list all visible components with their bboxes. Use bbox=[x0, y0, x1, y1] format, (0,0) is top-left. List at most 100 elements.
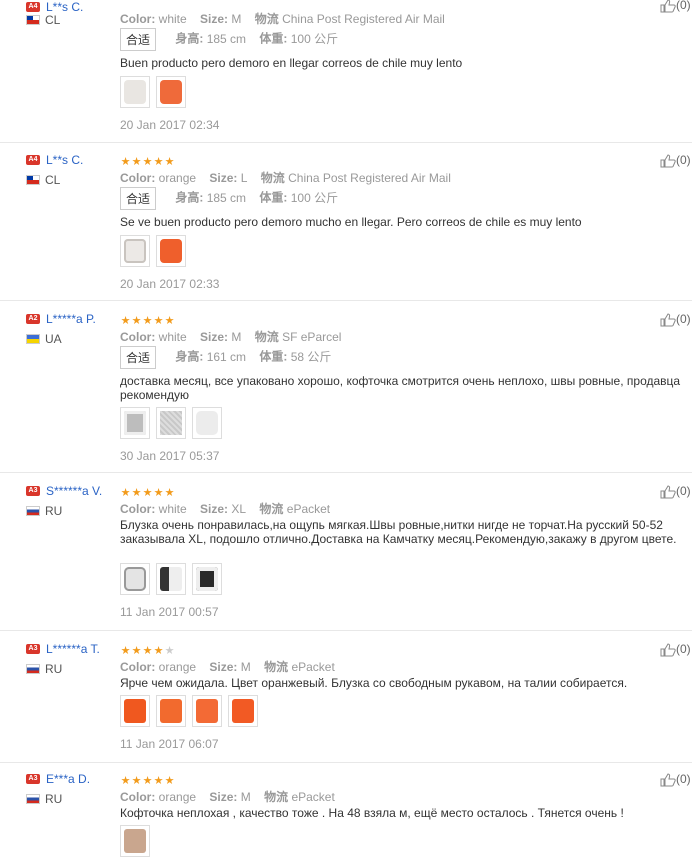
reviewer-name[interactable]: L**s C. bbox=[46, 153, 83, 167]
star-rating: ★★★★★ bbox=[120, 643, 175, 657]
reviewer-name[interactable]: L******a T. bbox=[46, 642, 100, 656]
helpful-count: (0) bbox=[676, 642, 691, 656]
size-label: Size: bbox=[200, 330, 229, 344]
thumbs-up-icon bbox=[660, 154, 676, 168]
order-info: Color: orange Size: M 物流 ePacket bbox=[120, 788, 345, 805]
level-badge: A3 bbox=[26, 486, 40, 496]
review-photos bbox=[120, 76, 186, 110]
order-info: Color: white Size: M 物流 SF eParcel bbox=[120, 328, 351, 345]
star-rating: ★★★★★ bbox=[120, 773, 175, 787]
country-code: UA bbox=[45, 332, 62, 346]
review-text: Buen producto pero demoro en llegar corr… bbox=[120, 56, 463, 70]
shipping-value: China Post Registered Air Mail bbox=[282, 12, 445, 26]
thumbs-up-icon bbox=[660, 773, 676, 787]
weight-value: 100 公斤 bbox=[290, 190, 339, 205]
photo-thumbnail[interactable] bbox=[120, 563, 150, 595]
fit-info: 合适 身高: 185 cm 体重: 100 公斤 bbox=[120, 187, 348, 210]
review-date: 20 Jan 2017 02:34 bbox=[120, 118, 220, 132]
photo-thumbnail[interactable] bbox=[120, 235, 150, 267]
fit-tag: 合适 bbox=[120, 187, 157, 210]
fit-tag: 合适 bbox=[120, 346, 157, 369]
color-label: Color: bbox=[120, 12, 156, 26]
height-value: 161 cm bbox=[206, 349, 247, 364]
helpful-button[interactable]: (0) bbox=[660, 772, 691, 787]
star-icon: ★ bbox=[120, 775, 131, 787]
order-info: Color: white Size: M 物流 China Post Regis… bbox=[120, 10, 455, 27]
photo-thumbnail[interactable] bbox=[120, 825, 150, 857]
russia-flag-icon bbox=[26, 794, 40, 804]
helpful-button[interactable]: (0) bbox=[660, 484, 691, 499]
review-photos bbox=[120, 563, 222, 597]
review-text: Ярче чем ожидала. Цвет оранжевый. Блузка… bbox=[120, 676, 628, 690]
photo-thumbnail[interactable] bbox=[120, 76, 150, 108]
color-label: Color: bbox=[120, 660, 156, 674]
weight-label: 体重: bbox=[259, 190, 288, 205]
helpful-button[interactable]: (0) bbox=[660, 153, 691, 168]
logistics-label: 物流 bbox=[260, 171, 285, 185]
star-icon: ★ bbox=[120, 315, 131, 327]
color-label: Color: bbox=[120, 502, 156, 516]
color-value: orange bbox=[158, 171, 197, 185]
country-code: RU bbox=[45, 504, 63, 518]
level-badge: A4 bbox=[26, 155, 40, 165]
review-date: 20 Jan 2017 02:33 bbox=[120, 277, 220, 291]
photo-thumbnail[interactable] bbox=[120, 407, 150, 439]
helpful-button[interactable]: (0) bbox=[660, 642, 691, 657]
thumbs-up-icon bbox=[660, 313, 676, 327]
photo-thumbnail[interactable] bbox=[192, 407, 222, 439]
size-value: L bbox=[240, 171, 248, 185]
reviewer-name[interactable]: L**s C. bbox=[46, 0, 83, 14]
size-value: M bbox=[240, 790, 251, 804]
height-label: 身高: bbox=[175, 349, 204, 364]
shipping-value: ePacket bbox=[291, 660, 335, 674]
star-icon: ★ bbox=[131, 487, 142, 499]
shipping-value: ePacket bbox=[291, 790, 335, 804]
chile-flag-icon bbox=[26, 175, 40, 185]
review-text: доставка месяц, все упаковано хорошо, ко… bbox=[120, 374, 681, 402]
fit-info: 合适 身高: 185 cm 体重: 100 公斤 bbox=[120, 28, 348, 51]
order-info: Color: orange Size: M 物流 ePacket bbox=[120, 658, 345, 675]
photo-thumbnail[interactable] bbox=[192, 695, 222, 727]
review-item: A3 L******a T. RU ★★★★★ Color: orange Si… bbox=[0, 631, 692, 763]
chile-flag-icon bbox=[26, 15, 40, 25]
review-item: A4 L**s C. CL ★★★★★ Color: orange Size: … bbox=[0, 142, 692, 301]
reviewer-name[interactable]: E***a D. bbox=[46, 772, 90, 786]
photo-thumbnail[interactable] bbox=[156, 235, 186, 267]
fit-tag: 合适 bbox=[120, 28, 157, 51]
country-code: CL bbox=[45, 173, 61, 187]
photo-thumbnail[interactable] bbox=[228, 695, 258, 727]
star-icon: ★ bbox=[153, 645, 164, 657]
review-text: Se ve buen producto pero demoro mucho en… bbox=[120, 215, 582, 229]
review-text: Блузка очень понравилась,на ощупь мягкая… bbox=[120, 518, 677, 546]
reviewer-name[interactable]: S******a V. bbox=[46, 484, 102, 498]
review-photos bbox=[120, 407, 222, 441]
star-empty-icon: ★ bbox=[164, 645, 175, 657]
photo-thumbnail[interactable] bbox=[120, 695, 150, 727]
photo-thumbnail[interactable] bbox=[192, 563, 222, 595]
star-icon: ★ bbox=[153, 487, 164, 499]
star-icon: ★ bbox=[142, 156, 153, 168]
photo-thumbnail[interactable] bbox=[156, 407, 186, 439]
photo-thumbnail[interactable] bbox=[156, 695, 186, 727]
level-badge: A4 bbox=[26, 2, 40, 12]
size-label: Size: bbox=[209, 790, 238, 804]
reviewer-name[interactable]: L*****a P. bbox=[46, 312, 96, 326]
star-icon: ★ bbox=[164, 775, 175, 787]
helpful-button[interactable]: (0) bbox=[660, 0, 691, 13]
helpful-button[interactable]: (0) bbox=[660, 312, 691, 327]
russia-flag-icon bbox=[26, 664, 40, 674]
review-photos bbox=[120, 235, 186, 269]
russia-flag-icon bbox=[26, 506, 40, 516]
star-icon: ★ bbox=[153, 156, 164, 168]
size-label: Size: bbox=[209, 171, 238, 185]
star-icon: ★ bbox=[164, 487, 175, 499]
review-item: A3 E***a D. RU ★★★★★ Color: orange Size:… bbox=[0, 763, 692, 857]
color-label: Color: bbox=[120, 330, 156, 344]
photo-thumbnail[interactable] bbox=[156, 563, 186, 595]
review-date: 30 Jan 2017 05:37 bbox=[120, 449, 220, 463]
star-icon: ★ bbox=[120, 645, 131, 657]
photo-thumbnail[interactable] bbox=[156, 76, 186, 108]
level-badge: A2 bbox=[26, 314, 40, 324]
logistics-label: 物流 bbox=[254, 12, 279, 26]
height-value: 185 cm bbox=[206, 190, 247, 205]
